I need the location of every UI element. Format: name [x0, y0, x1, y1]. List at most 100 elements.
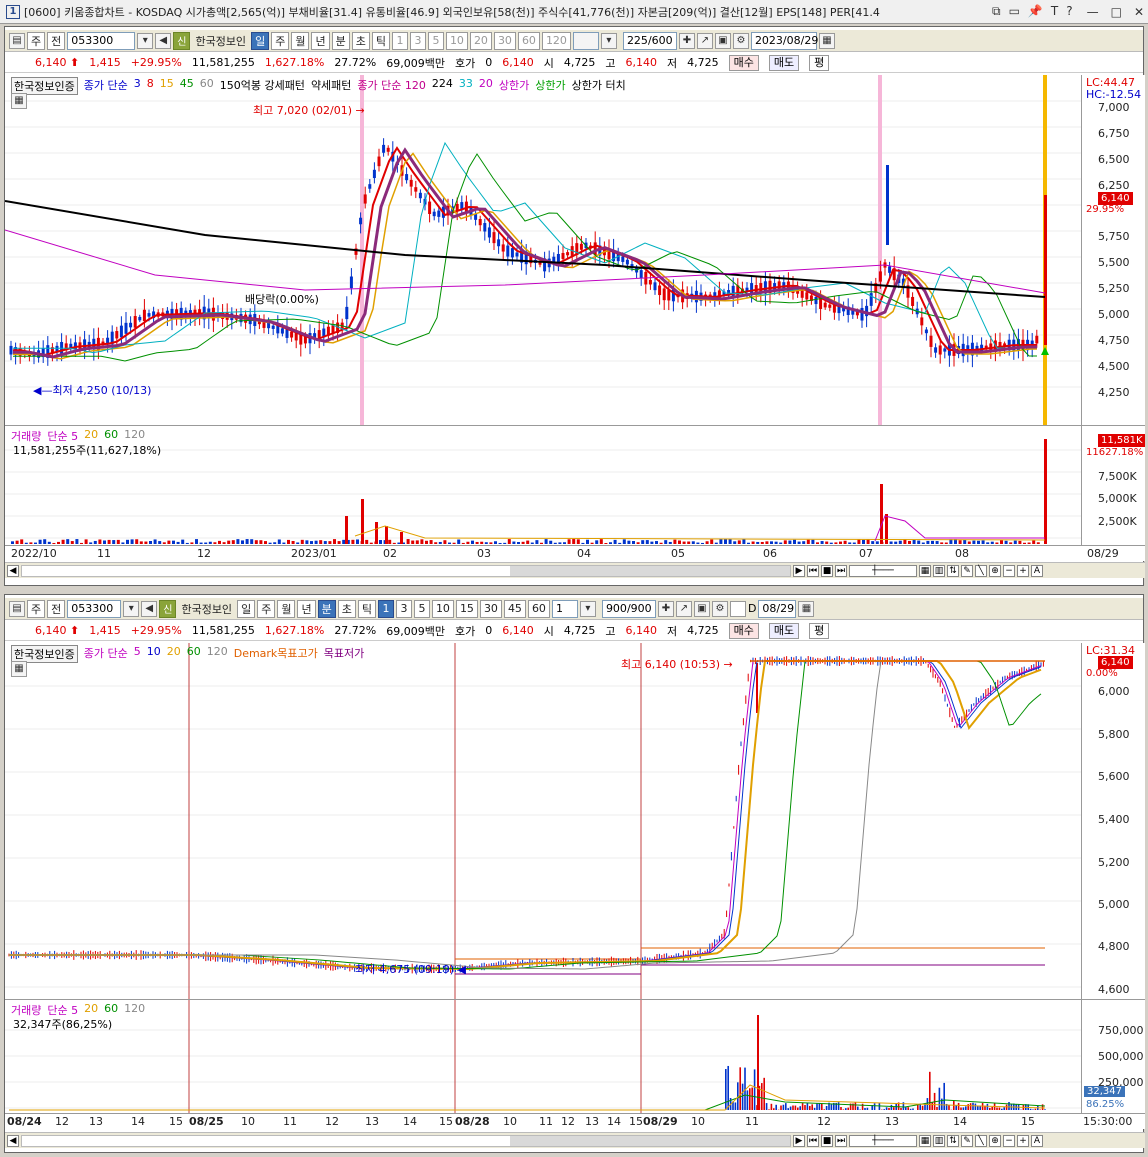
eval-button[interactable]: 평: [809, 54, 830, 71]
date-input[interactable]: 08/29: [758, 599, 797, 618]
legend-demark-low[interactable]: 목표저가: [324, 645, 364, 663]
speaker-icon[interactable]: ◀: [155, 32, 172, 49]
sell-button[interactable]: 매도: [768, 54, 800, 71]
period-select[interactable]: 주: [27, 31, 46, 50]
minute-volume-bars[interactable]: [5, 1000, 1081, 1113]
legend-150-pattern[interactable]: 150억봉 강세패턴: [220, 77, 305, 95]
help-icon[interactable]: ?: [1066, 4, 1072, 19]
minute-price-axis[interactable]: LC:31.34 6,140 0.00% 6,000 5,800 5,600 5…: [1081, 643, 1145, 999]
calendar-icon[interactable]: ▦: [818, 32, 835, 49]
dropdown-icon[interactable]: ▾: [600, 32, 617, 49]
daily-scrollbar[interactable]: ◀ ▶ ⏮ ■ ⏭ ┼─── ▦ ▥ ⇅ ✎ ╲ ⊕ − + A: [5, 562, 1145, 578]
interval-3[interactable]: 3: [395, 599, 412, 618]
interval-60[interactable]: 60: [517, 31, 540, 50]
legend-upper-limit-2[interactable]: 상한가: [535, 77, 565, 95]
legend-ma[interactable]: 종가 단순: [84, 645, 128, 663]
interval-1[interactable]: 1: [391, 31, 408, 50]
legend-ma120[interactable]: 종가 단순 120: [357, 77, 425, 95]
last-icon[interactable]: ⏭: [835, 564, 847, 577]
interval-input[interactable]: [572, 31, 599, 50]
sell-button[interactable]: 매도: [768, 622, 800, 639]
line-icon[interactable]: ╲: [975, 1134, 987, 1147]
legend-weak-pattern[interactable]: 약세패턴: [311, 77, 351, 95]
tab-year[interactable]: 년: [311, 31, 330, 50]
sort-icon[interactable]: ⇅: [947, 564, 959, 577]
window-icon[interactable]: ▭: [1009, 4, 1020, 19]
pin-icon[interactable]: 📌: [1028, 4, 1043, 19]
period-select[interactable]: 주: [27, 599, 46, 618]
scroll-thumb[interactable]: [510, 565, 790, 576]
auto-icon[interactable]: A: [1031, 564, 1043, 577]
speaker-icon[interactable]: ◀: [141, 600, 158, 617]
scroll-right-icon[interactable]: ▶: [793, 1134, 805, 1147]
table-icon[interactable]: ▦: [11, 93, 27, 109]
tab-year[interactable]: 년: [297, 599, 316, 618]
gear-icon[interactable]: ⚙: [732, 32, 749, 49]
tab-week[interactable]: 주: [271, 31, 290, 50]
interval-30[interactable]: 30: [479, 599, 502, 618]
tab-second[interactable]: 초: [351, 31, 370, 50]
draw-icon[interactable]: ✎: [961, 1134, 973, 1147]
tab-minute[interactable]: 분: [331, 31, 350, 50]
plus-icon[interactable]: +: [1017, 1134, 1029, 1147]
daily-volume-chart[interactable]: 거래량 단순 5 20 60 120 11,581,255주(11,627,18…: [5, 425, 1145, 545]
scroll-track[interactable]: [21, 564, 791, 577]
prev-button[interactable]: 전: [47, 31, 66, 50]
buy-button[interactable]: 매수: [728, 54, 759, 71]
tab-month[interactable]: 월: [291, 31, 310, 50]
tab-week[interactable]: 주: [257, 599, 276, 618]
first-icon[interactable]: ⏮: [807, 1134, 819, 1147]
daily-price-axis[interactable]: LC:44.47 HC:-12.54 7,000 6,750 6,500 6,2…: [1081, 75, 1145, 425]
legend-ma[interactable]: 종가 단순: [84, 77, 128, 95]
chart-icon[interactable]: ▥: [933, 1134, 945, 1147]
auto-icon[interactable]: A: [1031, 1134, 1043, 1147]
interval-120[interactable]: 120: [541, 31, 571, 50]
interval-30[interactable]: 30: [493, 31, 516, 50]
interval-10[interactable]: 10: [445, 31, 468, 50]
interval-3[interactable]: 3: [409, 31, 426, 50]
tab-second[interactable]: 초: [337, 599, 356, 618]
tab-tick[interactable]: 틱: [371, 31, 390, 50]
daily-price-chart[interactable]: 한국정보인증 종가 단순 3 8 15 45 60 150억봉 강세패턴 약세패…: [5, 75, 1145, 425]
scroll-thumb[interactable]: [510, 1135, 790, 1146]
last-icon[interactable]: ⏭: [835, 1134, 847, 1147]
sort-icon[interactable]: ⇅: [947, 1134, 959, 1147]
save-icon[interactable]: ▣: [693, 600, 710, 617]
interval-10[interactable]: 10: [431, 599, 454, 618]
daily-candles[interactable]: [5, 75, 1081, 425]
dropdown-icon[interactable]: ▾: [137, 32, 154, 49]
dropdown-icon[interactable]: ▾: [579, 600, 596, 617]
stop-icon[interactable]: ■: [821, 1134, 833, 1147]
daily-volume-bars[interactable]: [5, 426, 1081, 545]
minute-scrollbar[interactable]: ◀ ▶ ⏮ ■ ⏭ ┼─── ▦ ▥ ⇅ ✎ ╲ ⊕ − + A: [5, 1132, 1145, 1148]
grid-icon[interactable]: ▦: [919, 1134, 931, 1147]
calendar-icon[interactable]: ▦: [798, 600, 815, 617]
tab-day[interactable]: 일: [251, 31, 270, 50]
bar-count[interactable]: 900: [606, 602, 627, 615]
draw-icon[interactable]: ✎: [961, 564, 973, 577]
chart-icon[interactable]: ▥: [933, 564, 945, 577]
tab-tick[interactable]: 틱: [357, 599, 376, 618]
zoom-icon[interactable]: ⊕: [989, 564, 1001, 577]
minute-candles[interactable]: [5, 643, 1081, 999]
interval-5[interactable]: 5: [413, 599, 430, 618]
draw-icon[interactable]: ↗: [675, 600, 692, 617]
minute-volume-chart[interactable]: 거래량 단순 5 20 60 120 32,347주(86,25%) 750,0…: [5, 999, 1145, 1113]
daily-volume-axis[interactable]: 11,581K 11627.18% 7,500K 5,000K 2,500K: [1081, 426, 1145, 545]
tab-minute[interactable]: 분: [317, 599, 336, 618]
close-icon[interactable]: ✕: [1134, 5, 1144, 19]
zoom-slider[interactable]: ┼───: [849, 564, 917, 577]
line-icon[interactable]: ╲: [975, 564, 987, 577]
eval-button[interactable]: 평: [809, 622, 830, 639]
interval-1[interactable]: 1: [377, 599, 394, 618]
save-icon[interactable]: ▣: [714, 32, 731, 49]
stop-icon[interactable]: ■: [821, 564, 833, 577]
prev-button[interactable]: 전: [47, 599, 66, 618]
font-icon[interactable]: T: [1051, 4, 1058, 19]
first-icon[interactable]: ⏮: [807, 564, 819, 577]
scroll-track[interactable]: [21, 1134, 791, 1147]
tab-month[interactable]: 월: [277, 599, 296, 618]
zoom-slider[interactable]: ┼───: [849, 1134, 917, 1147]
minute-price-chart[interactable]: 한국정보인증 종가 단순 5 10 20 60 120 Demark목표고가 목…: [5, 643, 1145, 999]
interval-20[interactable]: 20: [469, 31, 492, 50]
